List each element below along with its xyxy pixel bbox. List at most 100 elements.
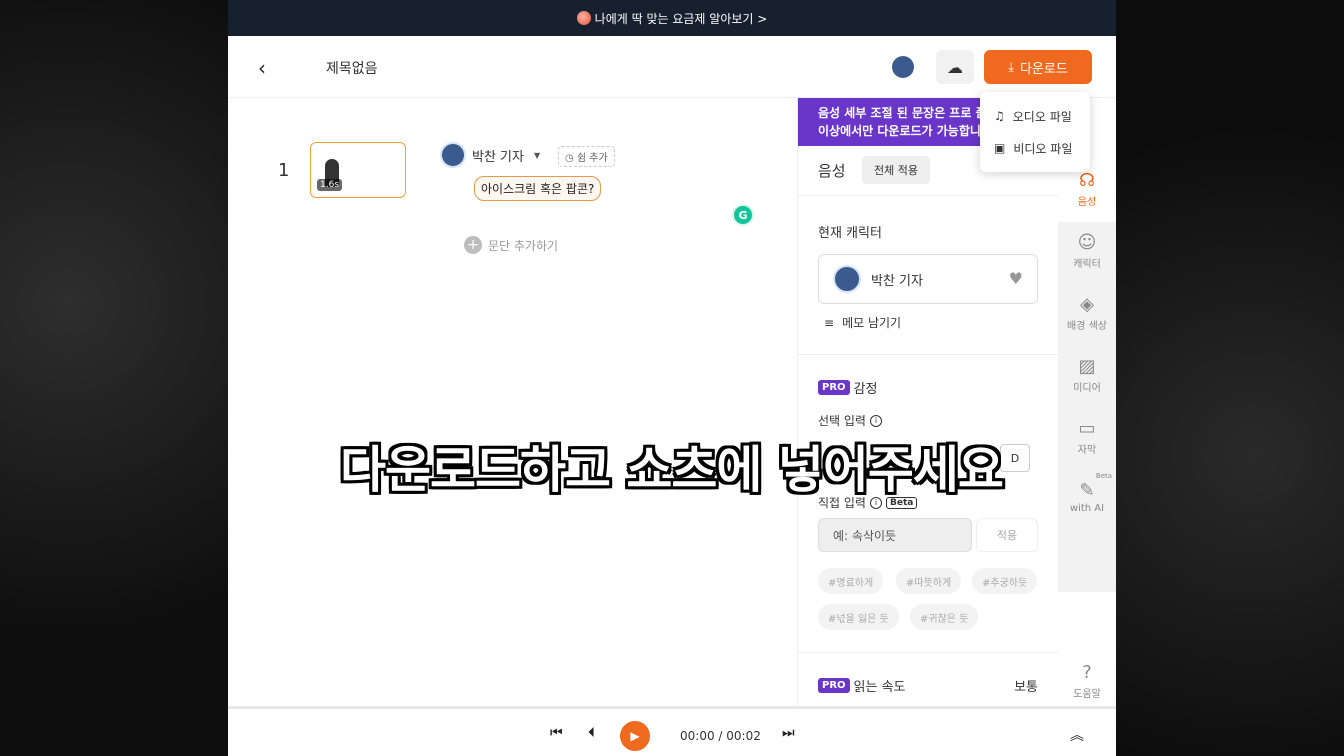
cloud-upload-icon: ☁ [947,57,963,77]
script-editor: 1 1.6s 박찬 기자 ▼ ◷ 쉼 추가 아이스크림 혹은 팝콘? G + 문… [228,98,797,706]
paint-bucket-icon: ◈ [1080,294,1094,315]
emotion-chip[interactable]: #추궁하듯 [972,568,1038,594]
pause-add-button[interactable]: ◷ 쉼 추가 [558,146,615,167]
rail-character[interactable]: ☺ 캐릭터 [1058,232,1116,270]
emotion-label: 감정 [853,382,878,397]
download-button[interactable]: ⤓ 다운로드 [984,50,1092,84]
rail-help-label: 도움말 [1073,689,1101,700]
divider [798,354,1059,355]
add-paragraph-label: 문단 추가하기 [488,238,559,253]
rail-bg-color-label: 배경 색상 [1067,321,1107,332]
character-avatar [833,265,861,293]
character-card[interactable]: 박찬 기자 ♥ [818,254,1038,304]
rail-media-label: 미디어 [1073,383,1101,394]
help-icon: ? [1082,662,1092,683]
sentence-text[interactable]: 아이스크림 혹은 팝콘? [474,176,602,201]
rail-voice[interactable]: ☊ 음성 [1058,170,1116,208]
rail-beta-badge: Beta [1095,472,1113,480]
emotion-chip[interactable]: #귀찮은 듯 [910,604,979,630]
video-file-icon: ▣ [994,141,1006,155]
speaker-avatar [440,142,466,168]
emotion-title: PRO 감정 [818,378,877,397]
video-file-label: 비디오 파일 [1013,141,1073,156]
character-name: 박찬 기자 [871,273,923,289]
rail-background [1058,222,1116,592]
rail-subtitle-label: 자막 [1077,445,1097,456]
pause-add-label: 쉼 추가 [576,153,608,164]
reading-speed-label: 읽는 속도 [853,680,906,695]
add-paragraph-button[interactable]: + 문단 추가하기 [464,236,558,254]
emotion-option-d[interactable]: D [1000,444,1030,472]
direct-input-field[interactable]: 예: 속삭이듯 [818,518,972,552]
memo-icon: ≡ [824,315,835,330]
emotion-chip[interactable]: #넋을 잃은 듯 [818,604,899,630]
back-arrow-icon[interactable]: ‹ [258,56,274,80]
image-icon: ▨ [1078,356,1096,377]
cc-icon: ▭ [1078,418,1096,439]
rail-help[interactable]: ? 도움말 [1058,662,1116,700]
prev-icon[interactable]: ⏴ [588,725,595,741]
user-avatar[interactable] [892,56,914,78]
pro-badge: PRO [818,678,850,693]
right-rail: ☊ 음성 ☺ 캐릭터 ◈ 배경 색상 ▨ 미디어 ▭ 자막 ✎ with AI … [1058,98,1116,706]
next-icon[interactable]: ⏭ [782,725,795,741]
current-character-label: 현재 캐릭터 [818,226,882,241]
reading-speed-value[interactable]: 보통 [1014,676,1038,695]
rail-bg-color[interactable]: ◈ 배경 색상 [1058,294,1116,332]
download-dropdown: ♫ 오디오 파일 ▣ 비디오 파일 [980,92,1090,172]
promo-text: 나에게 딱 맞는 요금제 알아보기 > [594,11,768,26]
pro-badge: PRO [818,380,850,395]
clock-icon: ◷ [565,153,574,164]
voice-title: 음성 [818,162,846,180]
face-icon: ☺ [1077,232,1097,253]
select-input-text: 선택 입력 [818,414,866,428]
document-title[interactable]: 제목없음 [326,58,378,78]
rail-media[interactable]: ▨ 미디어 [1058,356,1116,394]
grammarly-icon[interactable]: G [732,204,754,226]
voice-panel: 음성 세부 조절 된 문장은 프로 플 이상에서만 다운로드가 가능합니 음성 … [797,98,1059,706]
skip-start-icon[interactable]: ⏮ [550,725,563,741]
audio-file-label: 오디오 파일 [1012,109,1072,124]
row-number: 1 [278,160,290,181]
apply-all-button[interactable]: 전체 적용 [862,156,930,184]
upload-button[interactable]: ☁ [936,50,974,84]
duration-badge: 1.6s [317,179,343,191]
header: ‹ 제목없음 ☁ ⤓ 다운로드 [228,36,1116,98]
rail-voice-label: 음성 [1077,197,1097,208]
expand-up-icon[interactable]: ︽ [1070,725,1084,745]
background-left [0,0,228,756]
rail-character-label: 캐릭터 [1073,259,1101,270]
promo-banner[interactable]: 나에게 딱 맞는 요금제 알아보기 > [228,0,1116,36]
emotion-chip[interactable]: #명료하게 [818,568,884,594]
select-input-label: 선택 입력 i [818,412,882,429]
download-icon: ⤓ [1008,59,1014,75]
play-button[interactable]: ▶ [620,721,650,751]
rail-with-ai-label: with AI [1069,503,1105,514]
info-icon[interactable]: i [869,414,882,427]
background-right [1116,0,1344,756]
video-caption-overlay: 다운로드하고 쇼츠에 넣어주세요 [340,441,1004,499]
speaker-name: 박찬 기자 [472,149,524,165]
music-note-icon: ♫ [994,109,1005,123]
divider [798,652,1059,653]
promo-icon [576,11,591,25]
voice-icon: ☊ [1079,170,1095,191]
magic-wand-icon: ✎ [1079,480,1095,501]
rail-subtitle[interactable]: ▭ 자막 [1058,418,1116,456]
heart-icon[interactable]: ♥ [1009,269,1023,288]
scene-thumbnail[interactable]: 1.6s [310,142,406,198]
plus-icon: + [464,236,482,254]
memo-button[interactable]: ≡ 메모 남기기 [824,314,901,331]
memo-label: 메모 남기기 [842,316,902,330]
direct-apply-button[interactable]: 적용 [976,518,1038,552]
emotion-chip[interactable]: #따뜻하게 [896,568,962,594]
download-video-item[interactable]: ▣ 비디오 파일 [980,132,1090,164]
chevron-down-icon: ▼ [533,150,541,160]
time-display: 00:00 / 00:02 [680,729,761,743]
rail-with-ai[interactable]: ✎ with AI [1058,480,1116,514]
speaker-selector[interactable]: 박찬 기자 ▼ [440,142,540,168]
app-window: 나에게 딱 맞는 요금제 알아보기 > ‹ 제목없음 ☁ ⤓ 다운로드 ♫ 오디… [228,0,1116,756]
reading-speed-title: PRO 읽는 속도 [818,676,906,695]
download-audio-item[interactable]: ♫ 오디오 파일 [980,100,1090,132]
download-label: 다운로드 [1019,61,1068,77]
